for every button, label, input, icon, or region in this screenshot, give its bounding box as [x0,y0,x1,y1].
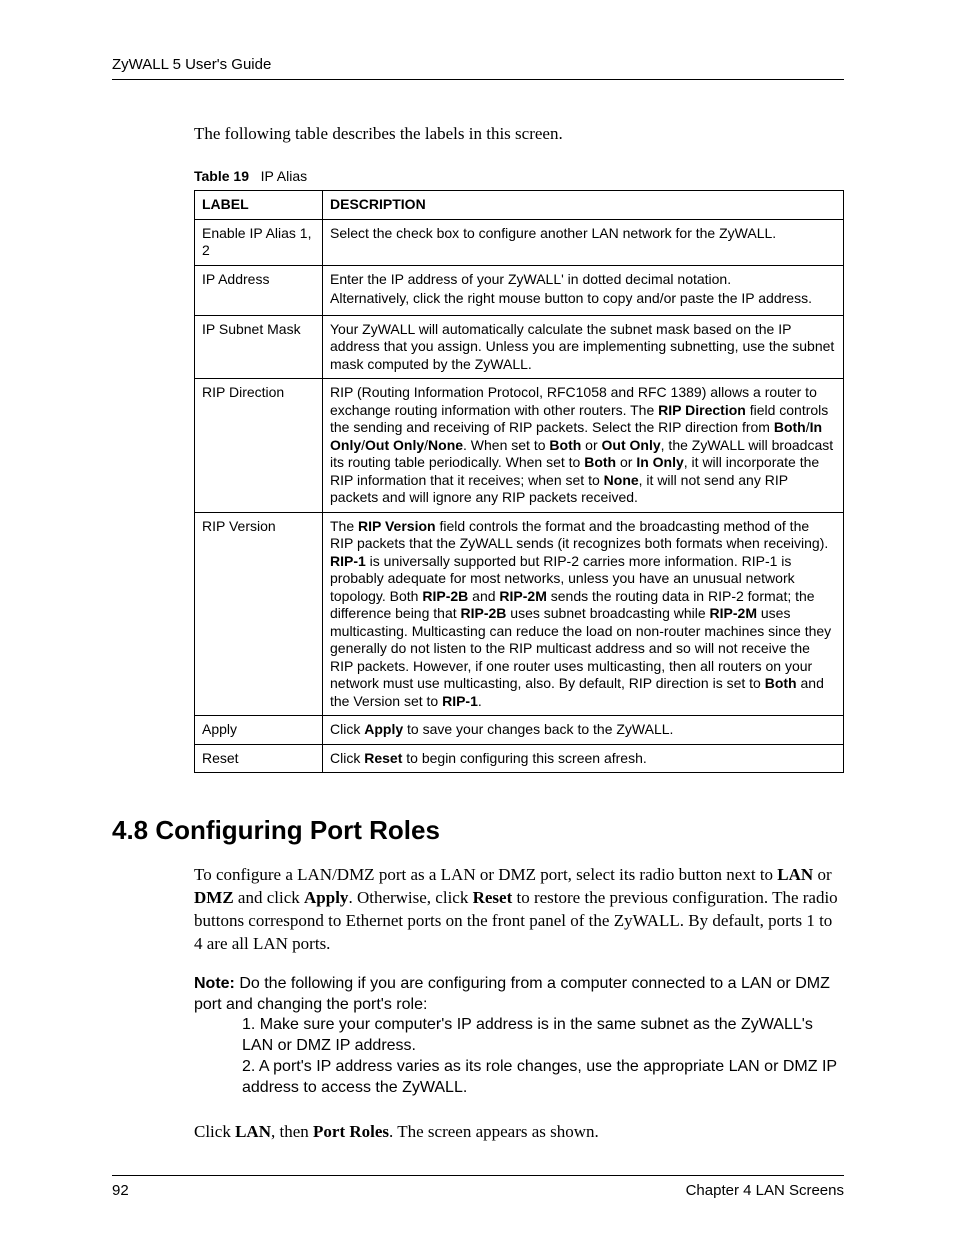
note-line-1: 1. Make sure your computer's IP address … [194,1015,844,1057]
cell-description: Select the check box to configure anothe… [323,219,844,265]
table-row: RIP Version The RIP Version field contro… [195,512,844,716]
chapter-label: Chapter 4 LAN Screens [686,1182,844,1199]
cell-description: RIP (Routing Information Protocol, RFC10… [323,379,844,513]
cell-label: Reset [195,744,323,773]
cell-label: IP Address [195,265,323,315]
table-row: IP Subnet Mask Your ZyWALL will automati… [195,315,844,379]
cell-label: RIP Direction [195,379,323,513]
table-row: Apply Click Apply to save your changes b… [195,716,844,745]
table-row: IP Address Enter the IP address of your … [195,265,844,315]
note-line-2: 2. A port's IP address varies as its rol… [194,1057,844,1099]
cell-description: The RIP Version field controls the forma… [323,512,844,716]
note-block: Note: Do the following if you are config… [194,974,844,1099]
page: ZyWALL 5 User's Guide The following tabl… [0,0,954,1235]
table-header-row: LABEL DESCRIPTION [195,191,844,220]
ip-alias-table: LABEL DESCRIPTION Enable IP Alias 1, 2 S… [194,190,844,773]
table-caption-name: IP Alias [261,168,307,184]
table-row: Reset Click Reset to begin configuring t… [195,744,844,773]
body-paragraph: To configure a LAN/DMZ port as a LAN or … [194,864,844,956]
cell-description: Click Apply to save your changes back to… [323,716,844,745]
page-number: 92 [112,1182,129,1199]
section-heading: 4.8 Configuring Port Roles [112,815,844,846]
cell-label: Enable IP Alias 1, 2 [195,219,323,265]
cell-label: Apply [195,716,323,745]
cell-description: Enter the IP address of your ZyWALL' in … [323,265,844,315]
note-label: Note: [194,975,235,992]
running-header: ZyWALL 5 User's Guide [112,56,844,80]
note-lead-text: Do the following if you are configuring … [194,975,830,1013]
table-row: Enable IP Alias 1, 2 Select the check bo… [195,219,844,265]
cell-description: Click Reset to begin configuring this sc… [323,744,844,773]
body-paragraph: Click LAN, then Port Roles. The screen a… [194,1121,844,1144]
cell-label: RIP Version [195,512,323,716]
col-header-description: DESCRIPTION [323,191,844,220]
intro-paragraph: The following table describes the labels… [194,124,844,144]
cell-label: IP Subnet Mask [195,315,323,379]
table-caption-number: Table 19 [194,168,249,184]
table-caption: Table 19 IP Alias [194,168,844,184]
cell-description: Your ZyWALL will automatically calculate… [323,315,844,379]
table-row: RIP Direction RIP (Routing Information P… [195,379,844,513]
col-header-label: LABEL [195,191,323,220]
page-footer: 92 Chapter 4 LAN Screens [112,1175,844,1199]
